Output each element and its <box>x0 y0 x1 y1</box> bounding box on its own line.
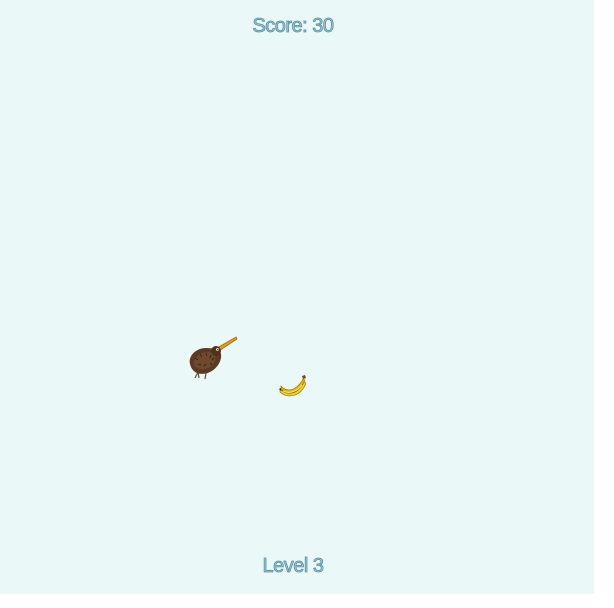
score-display: Score: 30 <box>252 15 334 38</box>
banana-icon <box>279 375 307 397</box>
game-canvas[interactable]: Score: 30 Level 3 <box>0 0 594 594</box>
kiwi-bird-icon <box>189 336 238 380</box>
level-display: Level 3 <box>262 555 324 578</box>
